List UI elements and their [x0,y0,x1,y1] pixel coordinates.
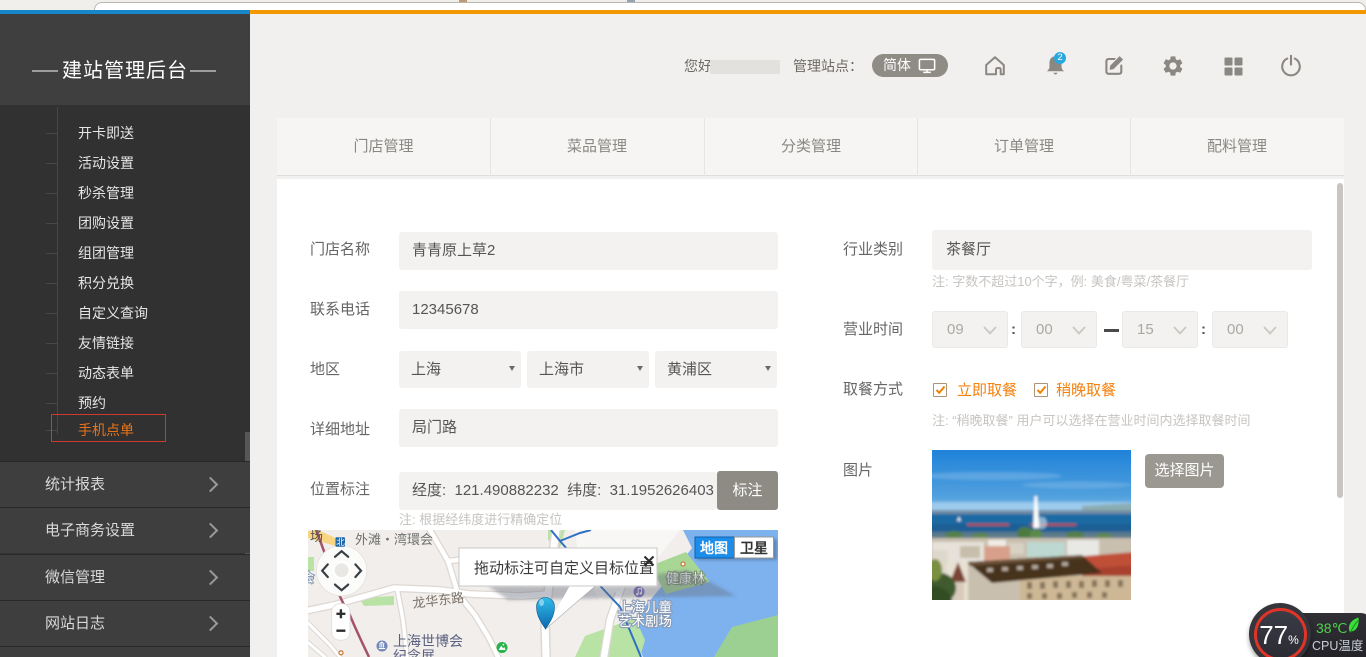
svg-text:拖动标注可自定义目标位置: 拖动标注可自定义目标位置 [474,560,654,577]
svg-text:外滩・湾環会: 外滩・湾環会 [355,532,433,547]
svg-text:卫星: 卫星 [740,540,768,556]
svg-text:纪念展: 纪念展 [393,648,435,657]
svg-text:地图: 地图 [700,540,728,556]
svg-text:会: 会 [308,570,314,585]
svg-text:艺术剧场: 艺术剧场 [618,614,672,629]
svg-text:上海儿童: 上海儿童 [618,599,672,615]
svg-text:场: 场 [310,530,323,544]
svg-text:北: 北 [336,537,345,547]
svg-text:上海世博会: 上海世博会 [393,633,463,649]
